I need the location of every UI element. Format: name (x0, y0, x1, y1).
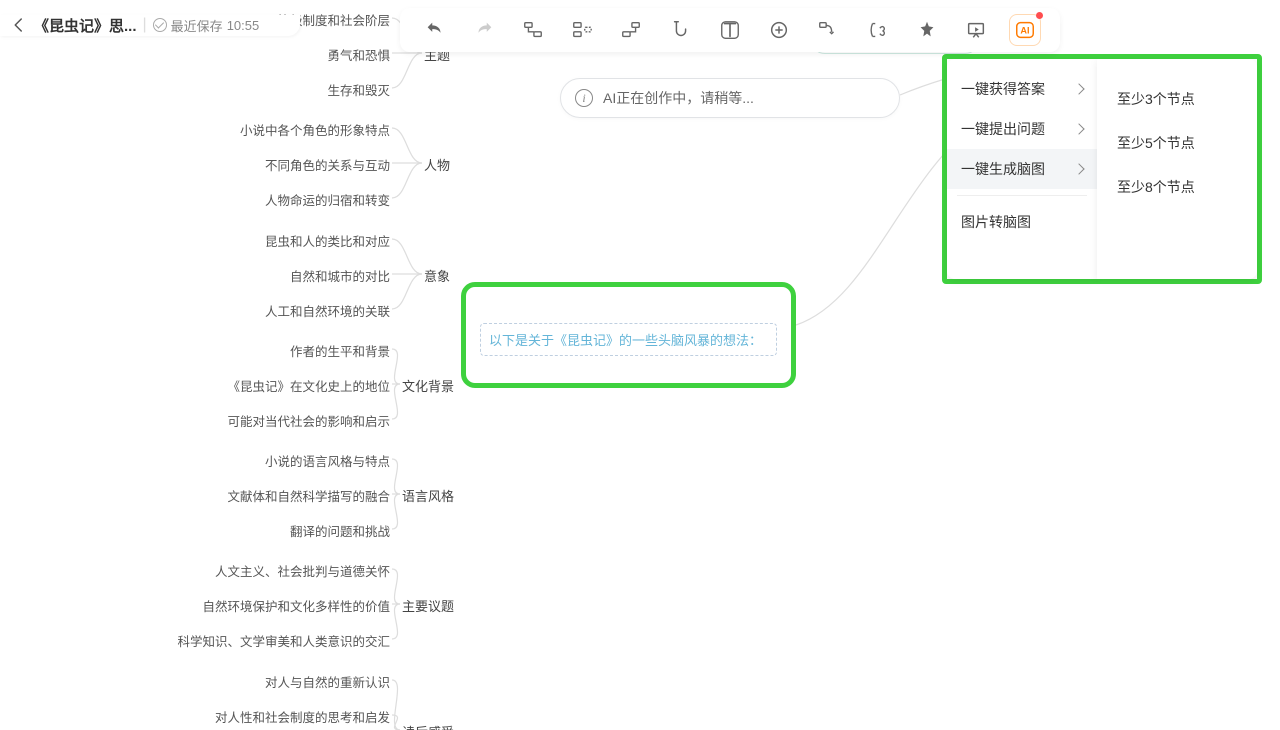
mindmap-leaf-node[interactable]: 小说的语言风格与特点 (265, 451, 390, 470)
mindmap-leaf-node[interactable]: 科学知识、文学审美和人类意识的交汇 (177, 631, 390, 650)
mindmap-leaf-node[interactable]: 自然和城市的对比 (290, 266, 390, 285)
zoom-button[interactable] (763, 14, 795, 46)
mindmap-parent-node[interactable]: 主要议题 (402, 596, 454, 615)
redo-button[interactable] (468, 14, 500, 46)
document-title[interactable]: 《昆虫记》思... (34, 15, 137, 36)
chevron-right-icon (1073, 83, 1084, 94)
mindmap-leaf-node[interactable]: 人物命运的归宿和转变 (265, 190, 390, 209)
ai-submenu: 至少3个节点 至少5个节点 至少8个节点 (1097, 59, 1257, 279)
info-icon: i (575, 89, 593, 107)
mindmap-leaf-node[interactable]: 人工和自然环境的关联 (265, 301, 390, 320)
submenu-5-nodes[interactable]: 至少5个节点 (1097, 121, 1257, 165)
svg-text:AI: AI (1021, 26, 1030, 36)
mindmap-parent-node[interactable]: 意象 (424, 266, 450, 285)
mindmap-parent-node[interactable]: 文化背景 (402, 376, 454, 395)
save-status: 最近保存 10:55 (153, 16, 260, 35)
mindmap-leaf-node[interactable]: 对人与自然的重新认识 (265, 672, 390, 691)
chevron-right-icon (1073, 123, 1084, 134)
notification-dot-icon (1036, 12, 1043, 19)
add-child-node-button[interactable] (517, 14, 549, 46)
format-button[interactable] (665, 14, 697, 46)
mindmap-leaf-node[interactable]: 生存和毁灭 (327, 80, 390, 99)
submenu-8-nodes[interactable]: 至少8个节点 (1097, 165, 1257, 209)
ai-button[interactable]: AI (1009, 14, 1041, 46)
ai-status-pill: i AI正在创作中，请稍等... (560, 78, 900, 118)
mindmap-leaf-node[interactable]: 对人性和社会制度的思考和启发 (215, 707, 390, 726)
add-parent-node-button[interactable] (615, 14, 647, 46)
mindmap-leaf-node[interactable]: 自然环境保护和文化多样性的价值 (202, 596, 390, 615)
relation-button[interactable] (812, 14, 844, 46)
ai-menu-image-to-mindmap[interactable]: 图片转脑图 (947, 202, 1097, 242)
mindmap-parent-node[interactable]: 读后感受 (402, 722, 454, 730)
toolbar: AI (400, 8, 1060, 52)
ai-status-text: AI正在创作中，请稍等... (603, 88, 754, 108)
mindmap-leaf-node[interactable]: 人文主义、社会批判与道德关怀 (215, 561, 390, 580)
ai-menu-ask-question[interactable]: 一键提出问题 (947, 109, 1097, 149)
ai-menu-get-answer[interactable]: 一键获得答案 (947, 69, 1097, 109)
brainstorm-text: 以下是关于《昆虫记》的一些头脑风暴的想法： (489, 333, 762, 348)
undo-button[interactable] (419, 14, 451, 46)
back-button[interactable] (10, 16, 28, 34)
mindmap-canvas[interactable]: 主题等级制度和社会阶层勇气和恐惧生存和毁灭人物小说中各个角色的形象特点不同角色的… (0, 0, 1280, 730)
present-button[interactable] (960, 14, 992, 46)
mindmap-parent-node[interactable]: 人物 (424, 155, 450, 174)
mindmap-leaf-node[interactable]: 文献体和自然科学描写的融合 (227, 486, 390, 505)
ai-panel-highlight: 一键获得答案 一键提出问题 一键生成脑图 图片转脑图 至少3个节点 至少5个节点… (942, 54, 1262, 284)
mindmap-leaf-node[interactable]: 不同角色的关系与互动 (265, 155, 390, 174)
mindmap-leaf-node[interactable]: 小说中各个角色的形象特点 (240, 120, 390, 139)
mindmap-leaf-node[interactable]: 可能对当代社会的影响和启示 (227, 411, 390, 430)
ai-menu: 一键获得答案 一键提出问题 一键生成脑图 图片转脑图 (947, 59, 1097, 279)
check-circle-icon (153, 18, 167, 32)
mindmap-leaf-node[interactable]: 昆虫和人的类比和对应 (265, 231, 390, 250)
menu-separator (957, 195, 1087, 196)
summary-button[interactable] (862, 14, 894, 46)
text-button[interactable] (714, 14, 746, 46)
mindmap-leaf-node[interactable]: 《昆虫记》在文化史上的地位 (227, 376, 390, 395)
mindmap-parent-node[interactable]: 语言风格 (402, 486, 454, 505)
submenu-3-nodes[interactable]: 至少3个节点 (1097, 77, 1257, 121)
mindmap-leaf-node[interactable]: 翻译的问题和挑战 (290, 521, 390, 540)
ai-menu-generate-mindmap[interactable]: 一键生成脑图 (947, 149, 1097, 189)
brainstorm-highlight: 以下是关于《昆虫记》的一些头脑风暴的想法： (461, 282, 796, 388)
mindmap-leaf-node[interactable]: 作者的生平和背景 (290, 341, 390, 360)
separator: | (143, 16, 147, 34)
add-sibling-node-button[interactable] (566, 14, 598, 46)
brainstorm-node[interactable]: 以下是关于《昆虫记》的一些头脑风暴的想法： (480, 323, 777, 356)
chevron-right-icon (1073, 163, 1084, 174)
style-button[interactable] (911, 14, 943, 46)
